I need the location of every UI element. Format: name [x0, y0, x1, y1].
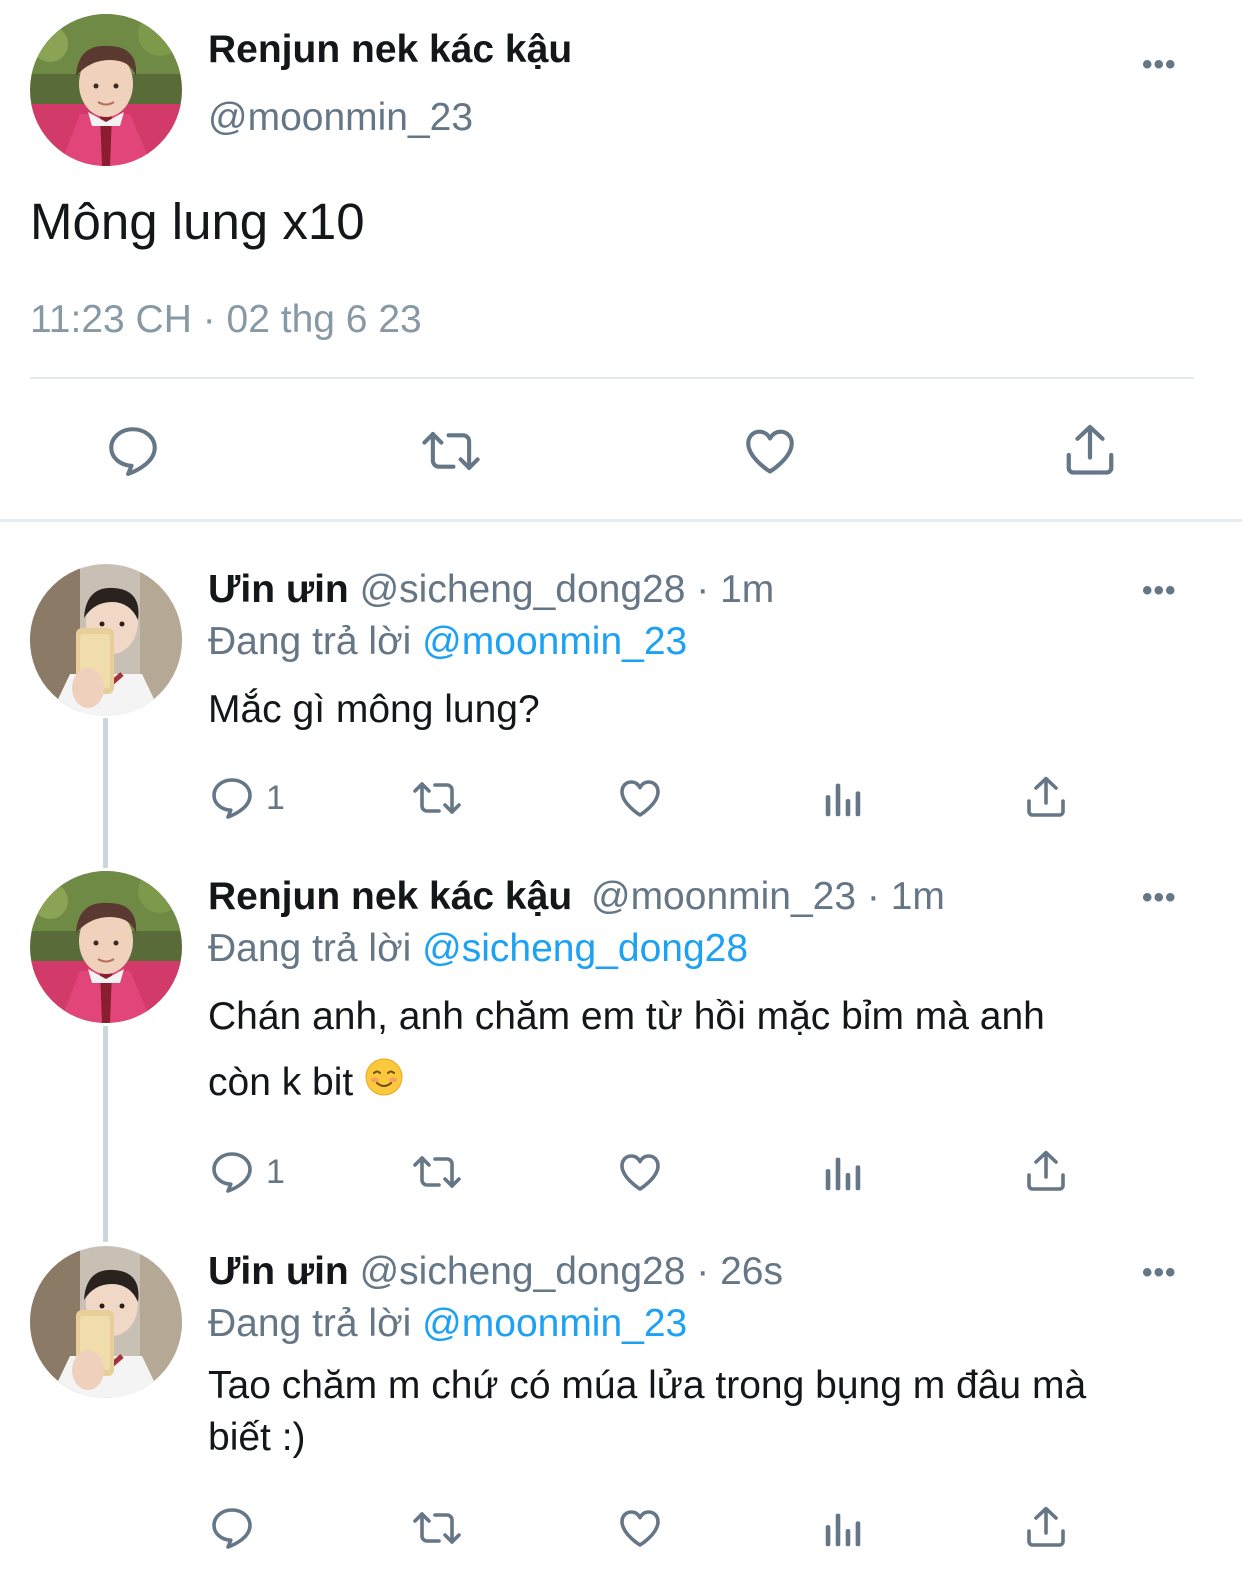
author-display-name[interactable]: Renjun nek kác kậu: [208, 875, 572, 918]
author-handle-time[interactable]: @moonmin_23 · 1m: [591, 875, 945, 918]
tweet-timestamp[interactable]: 11:23 CH · 02 thg 6 23: [30, 298, 422, 342]
author-display-name[interactable]: Renjun nek kác kậu: [208, 28, 572, 72]
retweet-button[interactable]: [410, 1148, 464, 1196]
reply-header: Renjun nek kác kậu @moonmin_23 · 1m: [208, 875, 945, 919]
replying-to: Đang trả lời @moonmin_23: [208, 620, 687, 664]
thread-connector: [103, 1026, 108, 1242]
author-handle-time[interactable]: @sicheng_dong28 · 26s: [360, 1250, 783, 1293]
reply-text: Chán anh, anh chăm em từ hồi mặc bỉm mà …: [208, 985, 1198, 1117]
replying-prefix: Đang trả lời: [208, 620, 412, 663]
analytics-button[interactable]: [820, 1150, 866, 1196]
retweet-button[interactable]: [419, 422, 483, 480]
reply-icon: [208, 1148, 256, 1196]
share-icon: [1022, 1146, 1070, 1196]
replying-prefix: Đang trả lời: [208, 927, 412, 970]
heart-icon: [615, 1148, 665, 1196]
reply-button[interactable]: [104, 422, 162, 480]
reply-count: 1: [266, 778, 285, 817]
reply-icon: [104, 422, 162, 480]
reply-text: Tao chăm m chứ có múa lửa trong bụng m đ…: [208, 1360, 1198, 1464]
reply-text-line: Tao chăm m chứ có múa lửa trong bụng m đ…: [208, 1364, 1087, 1407]
more-icon[interactable]: •••: [1142, 883, 1177, 913]
mention-link[interactable]: @moonmin_23: [422, 1302, 687, 1345]
like-button[interactable]: [615, 1148, 665, 1196]
avatar[interactable]: [30, 14, 182, 166]
author-handle-time[interactable]: @sicheng_dong28 · 1m: [360, 568, 775, 611]
thread-connector: [103, 718, 108, 868]
reply-text: Mắc gì mông lung?: [208, 688, 540, 731]
share-icon: [1022, 1502, 1070, 1552]
share-button[interactable]: [1060, 420, 1120, 480]
retweet-button[interactable]: [410, 1504, 464, 1552]
share-button[interactable]: [1022, 1146, 1070, 1196]
analytics-button[interactable]: [820, 1506, 866, 1552]
reply-icon: [208, 1504, 256, 1552]
reply-button[interactable]: [208, 1504, 266, 1552]
reply-button[interactable]: 1: [208, 774, 285, 822]
reply-header: Ưin ưin @sicheng_dong28 · 26s: [208, 1250, 783, 1294]
reply-header: Ưin ưin @sicheng_dong28 · 1m: [208, 568, 774, 612]
reply-text-line: biết :): [208, 1416, 306, 1459]
avatar[interactable]: [30, 1246, 182, 1398]
replying-to: Đang trả lời @moonmin_23: [208, 1302, 687, 1346]
avatar[interactable]: [30, 871, 182, 1023]
more-icon[interactable]: •••: [1142, 50, 1177, 80]
like-button[interactable]: [615, 774, 665, 822]
mention-link[interactable]: @sicheng_dong28: [422, 927, 748, 970]
more-icon[interactable]: •••: [1142, 1258, 1177, 1288]
analytics-button[interactable]: [820, 776, 866, 822]
smiling-face-icon: [364, 1053, 404, 1117]
heart-icon: [615, 1504, 665, 1552]
share-button[interactable]: [1022, 1502, 1070, 1552]
tweet-text: Mông lung x10: [30, 193, 365, 250]
heart-icon: [740, 422, 800, 480]
reply-button[interactable]: 1: [208, 1148, 285, 1196]
reply-text-line: còn k bit: [208, 1061, 354, 1104]
section-divider: [0, 519, 1242, 522]
share-button[interactable]: [1022, 772, 1070, 822]
share-icon: [1022, 772, 1070, 822]
like-button[interactable]: [615, 1504, 665, 1552]
reply-text-line: Chán anh, anh chăm em từ hồi mặc bỉm mà …: [208, 995, 1045, 1038]
analytics-icon: [820, 1150, 866, 1196]
reply-icon: [208, 774, 256, 822]
analytics-icon: [820, 1506, 866, 1552]
replying-prefix: Đang trả lời: [208, 1302, 412, 1345]
retweet-icon: [410, 774, 464, 822]
heart-icon: [615, 774, 665, 822]
avatar[interactable]: [30, 564, 182, 716]
author-display-name[interactable]: Ưin ưin: [208, 568, 349, 611]
retweet-icon: [410, 1504, 464, 1552]
retweet-icon: [410, 1148, 464, 1196]
more-icon[interactable]: •••: [1142, 576, 1177, 606]
mention-link[interactable]: @moonmin_23: [422, 620, 687, 663]
like-button[interactable]: [740, 422, 800, 480]
divider: [30, 377, 1194, 379]
retweet-icon: [419, 422, 483, 480]
replying-to: Đang trả lời @sicheng_dong28: [208, 927, 748, 971]
retweet-button[interactable]: [410, 774, 464, 822]
reply-count: 1: [266, 1152, 285, 1191]
analytics-icon: [820, 776, 866, 822]
share-icon: [1060, 420, 1120, 480]
author-handle[interactable]: @moonmin_23: [208, 96, 473, 140]
author-display-name[interactable]: Ưin ưin: [208, 1250, 349, 1293]
